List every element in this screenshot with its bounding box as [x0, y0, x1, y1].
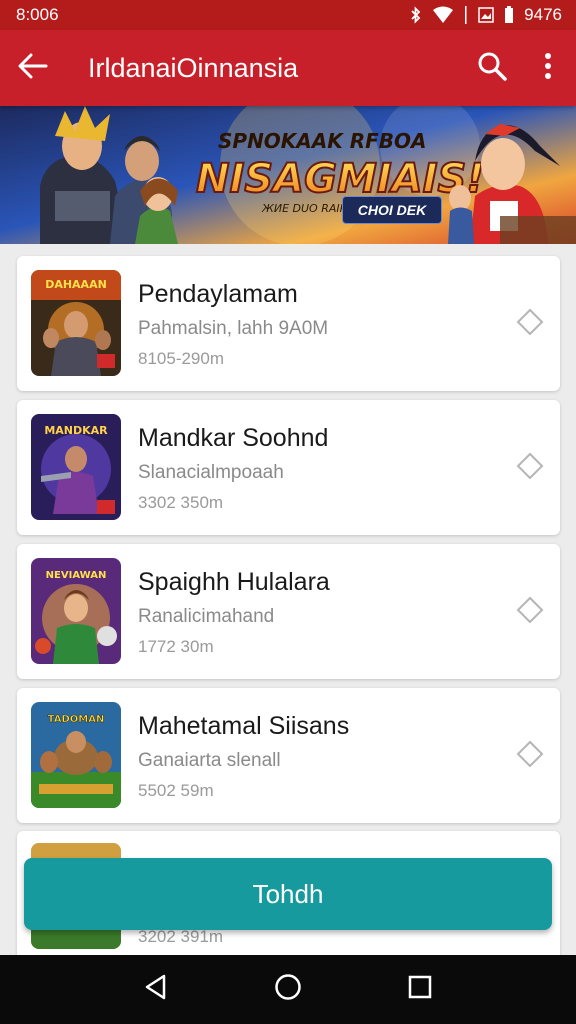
nav-recents-button[interactable] — [390, 960, 450, 1020]
favorite-button[interactable] — [514, 596, 546, 628]
game-meta: 5502 59m — [138, 781, 214, 800]
list-item[interactable]: DAHAAAN Pendaylamam Pahmalsin, lahh 9A0M… — [17, 256, 560, 391]
battery-text: 9476 — [524, 5, 562, 24]
search-icon — [477, 51, 507, 86]
game-thumbnail: TADOMAN — [31, 702, 121, 808]
game-meta: 3302 350m — [138, 493, 224, 512]
diamond-outline-icon — [516, 452, 544, 485]
promo-banner[interactable]: SPNOKAAK RFBOA NISAGMIAIS! ЖИЕ DUO RAIRA… — [0, 106, 576, 244]
game-thumbnail: MANDKAR — [31, 414, 121, 520]
nav-home-button[interactable] — [258, 960, 318, 1020]
wifi-icon — [432, 6, 454, 24]
diamond-outline-icon — [516, 740, 544, 773]
diamond-outline-icon — [516, 596, 544, 629]
arrow-left-icon — [18, 53, 48, 84]
battery-icon — [504, 6, 514, 24]
favorite-button[interactable] — [514, 308, 546, 340]
game-meta: 3202 391m — [138, 927, 224, 946]
favorite-button[interactable] — [514, 740, 546, 772]
game-list: DAHAAAN Pendaylamam Pahmalsin, lahh 9A0M… — [17, 256, 560, 832]
game-subtitle: Ganaiarta slenall — [138, 750, 281, 771]
banner-cta-button[interactable]: CHOI DEK — [342, 196, 442, 224]
game-title: Spaighh Hulalara — [138, 568, 330, 596]
banner-artwork: SPNOKAAK RFBOA NISAGMIAIS! ЖИЕ DUO RAIRA… — [0, 106, 576, 244]
nav-back-icon — [144, 974, 168, 1005]
list-item[interactable]: NEVIAWAN Spaighh Hulalara Ranalicimahand… — [17, 544, 560, 679]
list-item[interactable]: TADOMAN Mahetamal Siisans Ganaiarta slen… — [17, 688, 560, 823]
nav-recents-icon — [408, 975, 432, 1004]
page-title: IrldanaiOinnansia — [88, 52, 299, 83]
primary-action-label: Tohdh — [252, 878, 324, 909]
image-icon — [478, 6, 494, 24]
thumb-text: TADOMAN — [48, 714, 105, 725]
banner-headline-main: NISAGMIAIS! — [196, 156, 485, 202]
thumb-text: MANDKAR — [44, 424, 108, 437]
game-title: Mandkar Soohnd — [138, 424, 329, 452]
status-bar: 8:006 9476 — [0, 0, 576, 30]
diamond-outline-icon — [516, 308, 544, 341]
thumb-text: DAHAAAN — [45, 278, 107, 291]
app-bar-actions — [464, 30, 576, 106]
banner-headline-top: SPNOKAAK RFBOA — [218, 129, 427, 153]
game-subtitle: Ranalicimahand — [138, 606, 275, 627]
nav-home-icon — [274, 973, 302, 1006]
nav-back-button[interactable] — [126, 960, 186, 1020]
game-meta: 8105-290m — [138, 349, 225, 368]
thumb-text: NEVIAWAN — [46, 570, 107, 581]
more-vertical-icon — [544, 52, 552, 85]
primary-action-button[interactable]: Tohdh — [24, 858, 552, 930]
status-time: 8:006 — [16, 5, 59, 24]
system-nav-bar — [0, 955, 576, 1024]
bluetooth-icon — [410, 6, 422, 24]
favorite-button[interactable] — [514, 452, 546, 484]
game-title: Mahetamal Siisans — [138, 712, 350, 740]
divider-icon — [464, 5, 468, 25]
game-thumbnail: NEVIAWAN — [31, 558, 121, 664]
list-item[interactable]: MANDKAR Mandkar Soohnd Slanacialmpoaah 3… — [17, 400, 560, 535]
small-companion-figure — [448, 185, 474, 244]
app-bar: IrldanaiOinnansia — [0, 30, 576, 106]
game-subtitle: Pahmalsin, lahh 9A0M — [138, 318, 329, 339]
status-icons: 9476 — [410, 5, 562, 25]
back-button[interactable] — [0, 30, 66, 106]
banner-cta-label: CHOI DEK — [357, 202, 427, 218]
game-meta: 1772 30m — [138, 637, 214, 656]
game-thumbnail: DAHAAAN — [31, 270, 121, 376]
more-options-button[interactable] — [520, 30, 576, 106]
game-title: Pendaylamam — [138, 280, 298, 308]
game-subtitle: Slanacialmpoaah — [138, 462, 284, 483]
search-button[interactable] — [464, 30, 520, 106]
